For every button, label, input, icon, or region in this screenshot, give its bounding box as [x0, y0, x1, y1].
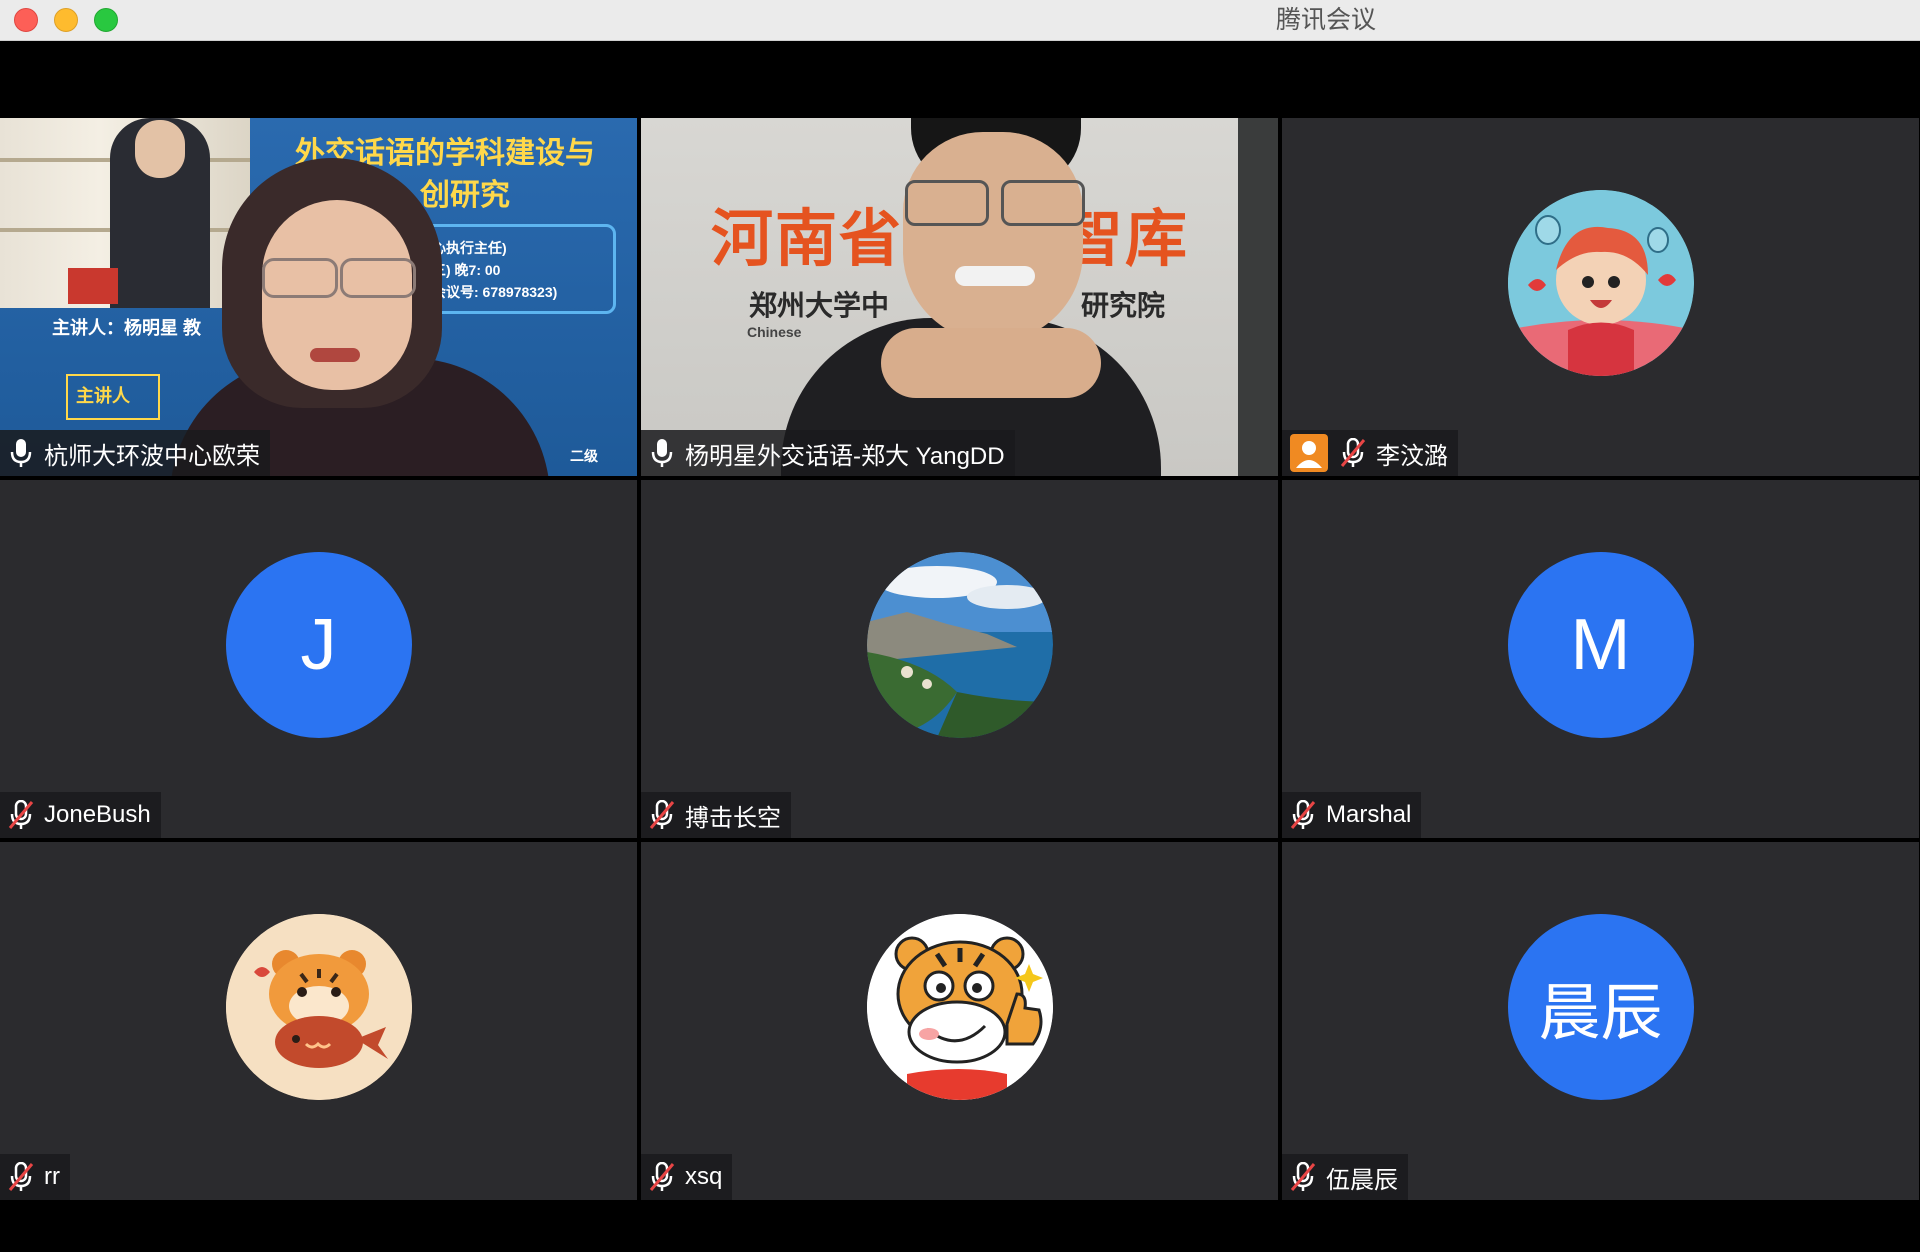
participant-name: 杭师大环波中心欧荣	[44, 442, 260, 470]
microphone-muted-icon[interactable]	[1290, 800, 1316, 830]
participant-nametag: 搏击长空	[641, 792, 791, 838]
presenter-hands	[881, 328, 1101, 398]
participant-tile[interactable]: 晨辰 伍晨辰	[1282, 842, 1919, 1200]
participant-tile[interactable]: 李汶潞	[1282, 118, 1919, 476]
poster-info-text: 心执行主任)	[432, 240, 507, 256]
microphone-muted-icon[interactable]	[1340, 438, 1366, 468]
participant-nametag: xsq	[641, 1154, 733, 1200]
participant-nametag: Marshal	[1282, 792, 1422, 838]
microphone-muted-icon[interactable]	[8, 1162, 34, 1192]
microphone-muted-icon[interactable]	[649, 800, 675, 830]
participant-avatar	[1507, 190, 1694, 376]
minimize-window-button[interactable]	[54, 8, 78, 32]
participant-name: 李汶潞	[1376, 442, 1448, 470]
participant-video: 外交话语的学科建设与 创研究 心执行主任) 三) 晚7: 00 会议号: 678…	[0, 118, 637, 476]
participant-tile[interactable]: rr	[0, 842, 637, 1200]
participant-tile[interactable]: M Marshal	[1282, 480, 1919, 838]
participant-nametag: 杭师大环波中心欧荣	[0, 430, 270, 476]
background-sign-text: 研究院	[1081, 290, 1166, 321]
poster-title-2: 创研究	[420, 179, 510, 212]
tiger-thumbs-up-sticker-icon	[866, 914, 1053, 1100]
avatar-initial: M	[1570, 605, 1631, 685]
participant-nametag: 李汶潞	[1282, 430, 1458, 476]
poster-speaker-text: 主讲人：杨明星 教	[52, 318, 202, 338]
participant-tile-active[interactable]: 河南省 智库 郑州大学中 研究院 Chinese 杨明星外交话语-郑大 Yang…	[641, 118, 1278, 476]
window-title: 腾讯会议	[1275, 6, 1376, 34]
background-sign-text: 河南省	[711, 205, 904, 274]
participant-avatar	[225, 914, 412, 1100]
background-sign-text: Chinese	[747, 324, 802, 340]
participant-grid: 外交话语的学科建设与 创研究 心执行主任) 三) 晚7: 00 会议号: 678…	[0, 118, 1920, 1200]
participant-name: 搏击长空	[685, 804, 781, 832]
close-window-button[interactable]	[14, 8, 38, 32]
participant-tile[interactable]: J JoneBush	[0, 480, 637, 838]
microphone-muted-icon[interactable]	[8, 800, 34, 830]
participant-nametag: 伍晨辰	[1282, 1154, 1408, 1200]
poster-info-text: 会议号: 678978323)	[432, 284, 558, 300]
participant-avatar	[866, 552, 1053, 738]
tiger-with-fish-sticker-icon	[225, 914, 412, 1100]
microphone-muted-icon[interactable]	[649, 1162, 675, 1192]
participant-name: JoneBush	[44, 801, 151, 828]
poster-footer-text: 二级	[570, 448, 598, 464]
participant-nametag: rr	[0, 1154, 70, 1200]
avatar-initial: J	[300, 605, 337, 685]
poster-speaker-text: 主讲人	[76, 386, 130, 406]
participant-name: 伍晨辰	[1326, 1166, 1398, 1194]
participant-name: xsq	[685, 1163, 723, 1190]
participant-tile[interactable]: 搏击长空	[641, 480, 1278, 838]
coastal-landscape-photo-icon	[866, 552, 1053, 738]
avatar-initial: 晨辰	[1538, 979, 1663, 1048]
microphone-icon[interactable]	[649, 438, 675, 468]
presenter-face	[903, 132, 1083, 342]
participant-avatar: J	[225, 552, 412, 738]
maximize-window-button[interactable]	[94, 8, 118, 32]
participant-name: Marshal	[1326, 801, 1412, 828]
participant-tile[interactable]: xsq	[641, 842, 1278, 1200]
participant-name: 杨明星外交话语-郑大 YangDD	[685, 442, 1005, 470]
participant-avatar: 晨辰	[1507, 914, 1694, 1100]
background-sign-text: 郑州大学中	[749, 290, 890, 321]
participant-name: rr	[44, 1163, 60, 1190]
participant-nametag: 杨明星外交话语-郑大 YangDD	[641, 430, 1015, 476]
title-bar[interactable]: 腾讯会议	[0, 0, 1920, 41]
participant-tile[interactable]: 外交话语的学科建设与 创研究 心执行主任) 三) 晚7: 00 会议号: 678…	[0, 118, 637, 476]
participant-avatar: M	[1507, 552, 1694, 738]
ponyo-sticker-icon	[1507, 190, 1694, 376]
poster-info-text: 三) 晚7: 00	[432, 262, 501, 278]
microphone-icon[interactable]	[8, 438, 34, 468]
microphone-muted-icon[interactable]	[1290, 1162, 1316, 1192]
participant-avatar	[866, 914, 1053, 1100]
participant-video: 河南省 智库 郑州大学中 研究院 Chinese	[641, 118, 1278, 476]
user-icon	[1290, 434, 1328, 472]
meeting-window: 腾讯会议 外交话语的学科建设与 创研究 心执行主任) 三) 晚7: 00 会议号…	[0, 0, 1920, 1252]
participant-nametag: JoneBush	[0, 792, 161, 838]
